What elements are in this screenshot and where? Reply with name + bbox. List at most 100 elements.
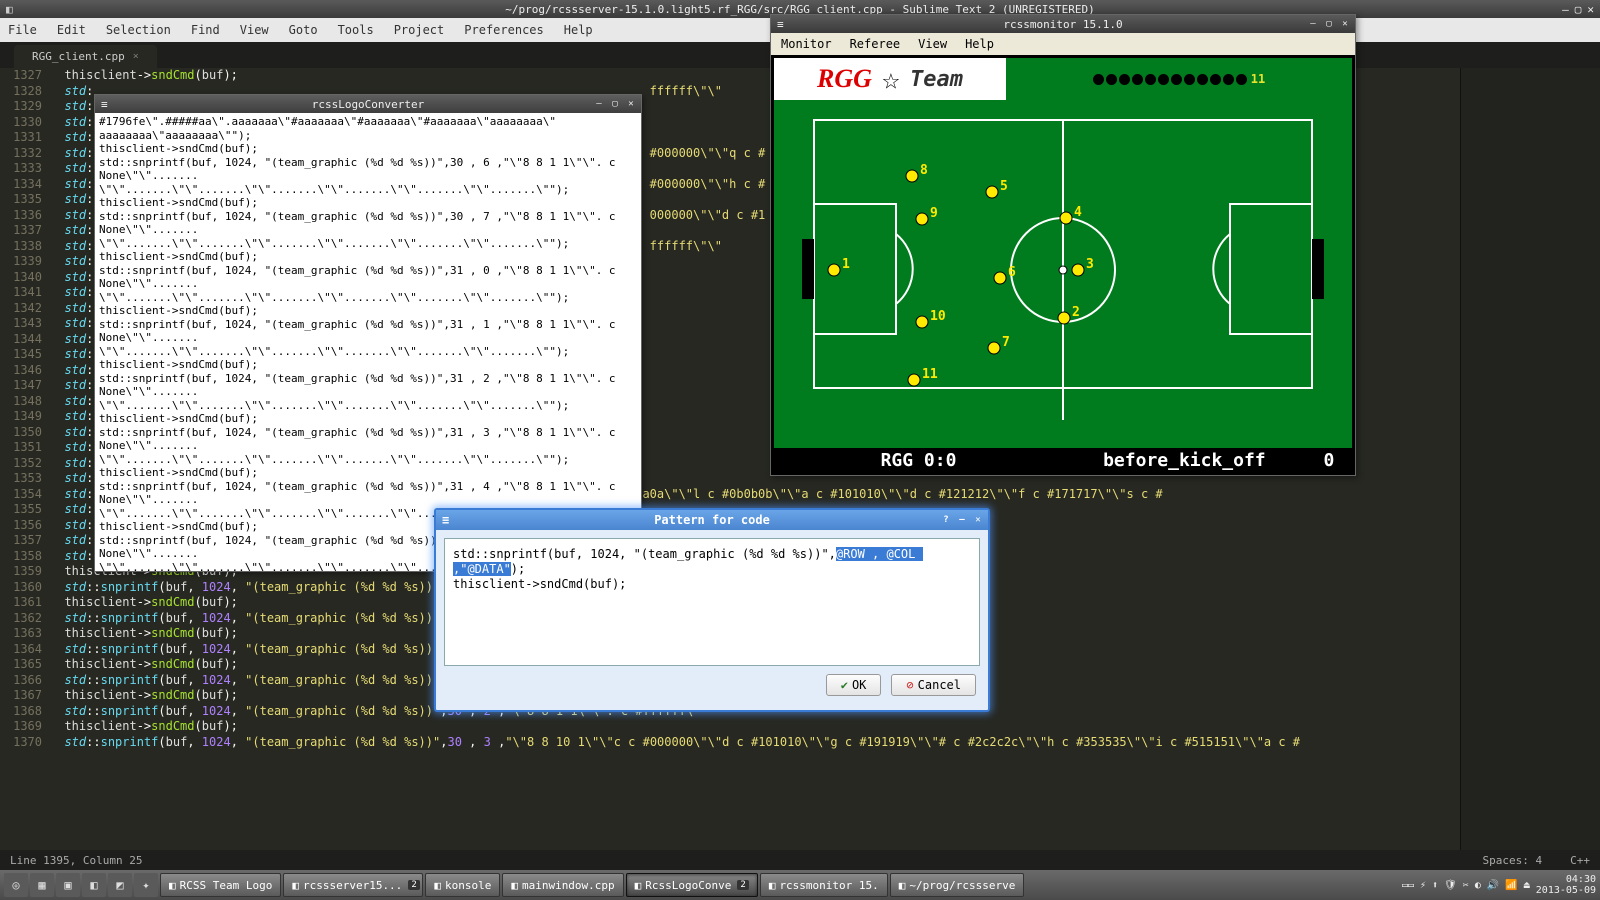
tray-icon[interactable]: 📶 — [1505, 880, 1517, 891]
menu-preferences[interactable]: Preferences — [464, 23, 543, 37]
clock[interactable]: 04:30 2013-05-09 — [1536, 874, 1596, 896]
minimize-icon[interactable]: – — [1562, 3, 1569, 16]
start-button[interactable]: ◎ — [4, 873, 28, 897]
launcher-icon[interactable]: ✦ — [134, 873, 158, 897]
team-logo: RGG ☆ Team — [774, 58, 1006, 100]
window-title: rcssmonitor 15.1.0 — [1003, 18, 1122, 31]
score-dot — [1171, 74, 1182, 85]
close-icon[interactable]: ✕ — [625, 98, 637, 110]
svg-text:5: 5 — [1000, 179, 1008, 194]
cancel-button[interactable]: ⊘Cancel — [891, 674, 976, 696]
help-icon[interactable]: ? — [940, 514, 952, 526]
menu-icon[interactable]: ≡ — [442, 513, 449, 527]
taskbar-item[interactable]: ◧ mainwindow.cpp — [502, 873, 623, 897]
tab-file[interactable]: RGG_client.cpp × — [14, 45, 157, 68]
pattern-textarea[interactable]: std::snprintf(buf, 1024, "(team_graphic … — [444, 538, 980, 666]
dot-count: 11 — [1251, 72, 1265, 86]
menu-edit[interactable]: Edit — [57, 23, 86, 37]
status-lang[interactable]: C++ — [1570, 854, 1590, 867]
menu-icon[interactable]: ≡ — [777, 18, 784, 31]
ok-button[interactable]: ✔OK — [826, 674, 882, 696]
close-icon[interactable]: ✕ — [972, 514, 984, 526]
close-tab-icon[interactable]: × — [133, 51, 139, 62]
soccer-field[interactable]: 1891011567432 — [774, 100, 1352, 448]
status-cursor: Line 1395, Column 25 — [10, 854, 142, 867]
window-title: rcssLogoConverter — [312, 98, 425, 111]
close-icon[interactable]: ✕ — [1587, 3, 1594, 16]
star-icon: ☆ — [882, 62, 900, 97]
maximize-icon[interactable]: ▢ — [609, 98, 621, 110]
launcher-icon[interactable]: ◩ — [108, 873, 132, 897]
menu-goto[interactable]: Goto — [289, 23, 318, 37]
pager[interactable]: ▭▭ — [1402, 880, 1414, 891]
app-icon: ◧ — [635, 879, 642, 892]
rcss-menu-referee[interactable]: Referee — [850, 37, 901, 51]
system-tray[interactable]: ▭▭ ⚡ ⬆ 🛡 ✂ ◐ 🔊 📶 ⏏ 04:30 2013-05-09 — [1402, 874, 1596, 896]
tray-icon[interactable]: ⬆ — [1432, 880, 1438, 891]
dialog-titlebar[interactable]: ≡ Pattern for code ? – ✕ — [436, 510, 988, 530]
svg-text:9: 9 — [930, 206, 938, 221]
taskbar[interactable]: ◎ ▦ ▣ ◧ ◩ ✦ ◧ RCSS Team Logo◧ rcssserver… — [0, 870, 1600, 900]
logo-converter-text[interactable]: #1796fe\".#####aa\".aaaaaaa\"#aaaaaaa\"#… — [95, 113, 641, 571]
svg-text:3: 3 — [1086, 257, 1094, 272]
tray-icon[interactable]: ⚡ — [1420, 880, 1426, 891]
rcss-menu-monitor[interactable]: Monitor — [781, 37, 832, 51]
menu-find[interactable]: Find — [191, 23, 220, 37]
pattern-dialog[interactable]: ≡ Pattern for code ? – ✕ std::snprintf(b… — [434, 508, 990, 712]
status-spaces[interactable]: Spaces: 4 — [1483, 854, 1543, 867]
rcss-menubar[interactable]: Monitor Referee View Help — [771, 33, 1355, 55]
tray-icon[interactable]: 🛡 — [1444, 880, 1457, 891]
tray-icon[interactable]: 🔊 — [1487, 880, 1499, 891]
minimize-icon[interactable]: – — [1307, 18, 1319, 30]
maximize-icon[interactable]: ▢ — [1575, 3, 1582, 16]
menu-selection[interactable]: Selection — [106, 23, 171, 37]
taskbar-item[interactable]: ◧ RcssLogoConve 2 — [626, 873, 758, 897]
window-titlebar[interactable]: ≡ rcssmonitor 15.1.0 – ▢ ✕ — [771, 15, 1355, 33]
player-7 — [988, 342, 1000, 354]
taskbar-item[interactable]: ◧ konsole — [425, 873, 500, 897]
menu-tools[interactable]: Tools — [338, 23, 374, 37]
score-dot — [1197, 74, 1208, 85]
score-left: RGG 0:0 — [774, 450, 1063, 471]
minimize-icon[interactable]: – — [956, 514, 968, 526]
launcher-icon[interactable]: ◧ — [82, 873, 106, 897]
score-dot — [1132, 74, 1143, 85]
minimap[interactable] — [1460, 68, 1600, 850]
menu-view[interactable]: View — [240, 23, 269, 37]
minimize-icon[interactable]: – — [593, 98, 605, 110]
svg-text:11: 11 — [922, 367, 938, 382]
launcher-icon[interactable]: ▣ — [56, 873, 80, 897]
player-2 — [1058, 312, 1070, 324]
maximize-icon[interactable]: ▢ — [1323, 18, 1335, 30]
app-icon: ◧ — [292, 879, 299, 892]
app-icon: ◧ — [511, 879, 518, 892]
logo-converter-window[interactable]: ≡ rcssLogoConverter – ▢ ✕ #1796fe\".####… — [94, 94, 642, 572]
score-dot — [1145, 74, 1156, 85]
menu-icon[interactable]: ≡ — [101, 98, 108, 111]
launcher-icon[interactable]: ▦ — [30, 873, 54, 897]
taskbar-item[interactable]: ◧ ~/prog/rcssserve — [890, 873, 1025, 897]
taskbar-item[interactable]: ◧ rcssmonitor 15. — [760, 873, 888, 897]
player-10 — [916, 316, 928, 328]
window-titlebar[interactable]: ≡ rcssLogoConverter – ▢ ✕ — [95, 95, 641, 113]
tray-icon[interactable]: ◐ — [1475, 880, 1481, 891]
score-bar: RGG 0:0 before_kick_off 0 — [774, 448, 1352, 472]
rcss-menu-help[interactable]: Help — [965, 37, 994, 51]
svg-text:2: 2 — [1072, 305, 1080, 320]
tray-icon[interactable]: ✂ — [1463, 880, 1469, 891]
svg-text:1: 1 — [842, 257, 850, 272]
menu-project[interactable]: Project — [394, 23, 445, 37]
taskbar-item[interactable]: ◧ RCSS Team Logo — [160, 873, 281, 897]
rcss-menu-view[interactable]: View — [918, 37, 947, 51]
menu-file[interactable]: File — [8, 23, 37, 37]
menu-help[interactable]: Help — [564, 23, 593, 37]
tray-icon[interactable]: ⏏ — [1524, 880, 1530, 891]
status-bar: Line 1395, Column 25 Spaces: 4 C++ — [0, 850, 1600, 870]
player-9 — [916, 213, 928, 225]
close-icon[interactable]: ✕ — [1339, 18, 1351, 30]
app-icon: ◧ — [434, 879, 441, 892]
rcssmonitor-window[interactable]: ≡ rcssmonitor 15.1.0 – ▢ ✕ Monitor Refere… — [770, 14, 1356, 476]
score-dot — [1184, 74, 1195, 85]
app-icon: ◧ — [769, 879, 776, 892]
taskbar-item[interactable]: ◧ rcssserver15... 2 — [283, 873, 423, 897]
